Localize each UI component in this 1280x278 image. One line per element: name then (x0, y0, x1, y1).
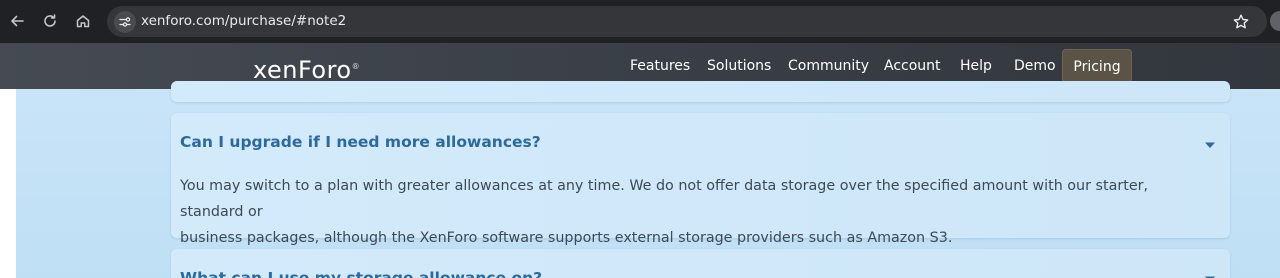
faq-answer-line-2: business packages, although the XenForo … (180, 230, 953, 246)
nav-pricing[interactable]: Pricing (1062, 49, 1132, 83)
page-content: Can I upgrade if I need more allowances?… (0, 81, 1280, 278)
logo-text-xen: xen (253, 56, 298, 84)
faq-answer: You may switch to a plan with greater al… (180, 173, 1210, 251)
url-text[interactable]: xenforo.com/purchase/#note2 (141, 6, 346, 37)
site-info-button[interactable] (114, 11, 136, 33)
left-gutter (0, 89, 16, 278)
faq-question[interactable]: Can I upgrade if I need more allowances? (180, 133, 541, 151)
address-bar[interactable]: xenforo.com/purchase/#note2 (107, 6, 1267, 37)
faq-question-next[interactable]: What can I use my storage allowance on? (180, 269, 542, 278)
reload-button[interactable] (40, 11, 60, 31)
profile-avatar[interactable] (1270, 11, 1280, 31)
browser-toolbar: xenforo.com/purchase/#note2 (0, 0, 1280, 43)
bookmark-button[interactable] (1232, 13, 1250, 31)
reload-icon (44, 14, 56, 27)
home-button[interactable] (73, 11, 93, 31)
faq-answer-line-1: You may switch to a plan with greater al… (180, 178, 1149, 220)
logo-trademark: ® (351, 62, 361, 71)
back-button[interactable] (7, 11, 27, 31)
xenforo-logo[interactable]: xenForo® (253, 53, 361, 84)
tune-icon (119, 17, 131, 27)
home-icon (76, 15, 90, 28)
caret-down-icon[interactable] (1204, 141, 1216, 149)
faq-item-upgrade: Can I upgrade if I need more allowances?… (171, 113, 1230, 246)
arrow-left-icon (11, 15, 24, 27)
faq-item-storage: What can I use my storage allowance on? (171, 249, 1230, 278)
star-icon (1233, 14, 1249, 29)
faq-item-previous (171, 81, 1230, 102)
logo-text-foro: Foro (297, 56, 352, 84)
